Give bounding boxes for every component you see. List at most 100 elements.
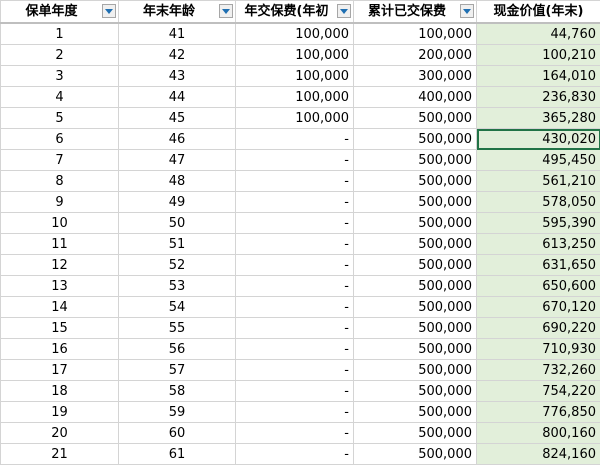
cell-cumulative-premium[interactable]: 400,000 bbox=[354, 87, 477, 108]
cell-annual-premium[interactable]: - bbox=[236, 213, 354, 234]
header-cash-value[interactable]: 现金价值(年末) bbox=[477, 1, 600, 24]
cell-age[interactable]: 55 bbox=[119, 318, 236, 339]
cell-policy-year[interactable]: 3 bbox=[1, 66, 119, 87]
cell-cumulative-premium[interactable]: 500,000 bbox=[354, 360, 477, 381]
cell-policy-year[interactable]: 14 bbox=[1, 297, 119, 318]
cell-age[interactable]: 45 bbox=[119, 108, 236, 129]
cell-cash-value[interactable]: 164,010 bbox=[477, 66, 600, 87]
cell-cumulative-premium[interactable]: 500,000 bbox=[354, 192, 477, 213]
cell-annual-premium[interactable]: - bbox=[236, 255, 354, 276]
cell-cumulative-premium[interactable]: 500,000 bbox=[354, 150, 477, 171]
cell-cash-value[interactable]: 650,600 bbox=[477, 276, 600, 297]
cell-cash-value[interactable]: 732,260 bbox=[477, 360, 600, 381]
cell-age[interactable]: 48 bbox=[119, 171, 236, 192]
cell-cumulative-premium[interactable]: 500,000 bbox=[354, 255, 477, 276]
cell-cumulative-premium[interactable]: 500,000 bbox=[354, 171, 477, 192]
cell-cash-value[interactable]: 800,160 bbox=[477, 423, 600, 444]
cell-cash-value[interactable]: 670,120 bbox=[477, 297, 600, 318]
cell-annual-premium[interactable]: - bbox=[236, 234, 354, 255]
cell-annual-premium[interactable]: - bbox=[236, 339, 354, 360]
cell-annual-premium[interactable]: - bbox=[236, 423, 354, 444]
cell-cumulative-premium[interactable]: 500,000 bbox=[354, 423, 477, 444]
cell-cumulative-premium[interactable]: 500,000 bbox=[354, 402, 477, 423]
cell-age[interactable]: 52 bbox=[119, 255, 236, 276]
cell-annual-premium[interactable]: - bbox=[236, 171, 354, 192]
filter-dropdown-icon[interactable] bbox=[337, 4, 351, 18]
cell-cash-value[interactable]: 365,280 bbox=[477, 108, 600, 129]
cell-policy-year[interactable]: 9 bbox=[1, 192, 119, 213]
cell-policy-year[interactable]: 19 bbox=[1, 402, 119, 423]
cell-policy-year[interactable]: 10 bbox=[1, 213, 119, 234]
header-age[interactable]: 年末年龄 bbox=[119, 1, 236, 24]
cell-age[interactable]: 57 bbox=[119, 360, 236, 381]
cell-policy-year[interactable]: 13 bbox=[1, 276, 119, 297]
cell-age[interactable]: 41 bbox=[119, 23, 236, 45]
cell-cash-value[interactable]: 578,050 bbox=[477, 192, 600, 213]
cell-age[interactable]: 51 bbox=[119, 234, 236, 255]
cell-policy-year[interactable]: 20 bbox=[1, 423, 119, 444]
cell-age[interactable]: 61 bbox=[119, 444, 236, 465]
cell-annual-premium[interactable]: - bbox=[236, 297, 354, 318]
cell-cumulative-premium[interactable]: 500,000 bbox=[354, 297, 477, 318]
cell-policy-year[interactable]: 2 bbox=[1, 45, 119, 66]
cell-cash-value[interactable]: 100,210 bbox=[477, 45, 600, 66]
cell-cash-value[interactable]: 236,830 bbox=[477, 87, 600, 108]
cell-cumulative-premium[interactable]: 500,000 bbox=[354, 318, 477, 339]
cell-policy-year[interactable]: 7 bbox=[1, 150, 119, 171]
header-policy-year[interactable]: 保单年度 bbox=[1, 1, 119, 24]
header-annual-premium[interactable]: 年交保费(年初 bbox=[236, 1, 354, 24]
cell-annual-premium[interactable]: 100,000 bbox=[236, 87, 354, 108]
filter-dropdown-icon[interactable] bbox=[219, 4, 233, 18]
cell-age[interactable]: 49 bbox=[119, 192, 236, 213]
cell-annual-premium[interactable]: - bbox=[236, 192, 354, 213]
cell-cash-value[interactable]: 595,390 bbox=[477, 213, 600, 234]
filter-dropdown-icon[interactable] bbox=[102, 4, 116, 18]
cell-policy-year[interactable]: 5 bbox=[1, 108, 119, 129]
cell-cumulative-premium[interactable]: 500,000 bbox=[354, 129, 477, 150]
cell-age[interactable]: 50 bbox=[119, 213, 236, 234]
cell-cumulative-premium[interactable]: 500,000 bbox=[354, 108, 477, 129]
cell-annual-premium[interactable]: 100,000 bbox=[236, 45, 354, 66]
cell-age[interactable]: 47 bbox=[119, 150, 236, 171]
cell-cash-value[interactable]: 561,210 bbox=[477, 171, 600, 192]
cell-annual-premium[interactable]: - bbox=[236, 444, 354, 465]
cell-annual-premium[interactable]: 100,000 bbox=[236, 66, 354, 87]
cell-age[interactable]: 43 bbox=[119, 66, 236, 87]
cell-age[interactable]: 46 bbox=[119, 129, 236, 150]
cell-age[interactable]: 56 bbox=[119, 339, 236, 360]
cell-cash-value[interactable]: 631,650 bbox=[477, 255, 600, 276]
cell-age[interactable]: 60 bbox=[119, 423, 236, 444]
cell-policy-year[interactable]: 1 bbox=[1, 23, 119, 45]
cell-annual-premium[interactable]: 100,000 bbox=[236, 108, 354, 129]
cell-policy-year[interactable]: 18 bbox=[1, 381, 119, 402]
cell-cash-value[interactable]: 776,850 bbox=[477, 402, 600, 423]
cell-cumulative-premium[interactable]: 500,000 bbox=[354, 444, 477, 465]
cell-age[interactable]: 53 bbox=[119, 276, 236, 297]
cell-cumulative-premium[interactable]: 500,000 bbox=[354, 381, 477, 402]
cell-age[interactable]: 58 bbox=[119, 381, 236, 402]
cell-annual-premium[interactable]: - bbox=[236, 381, 354, 402]
cell-policy-year[interactable]: 16 bbox=[1, 339, 119, 360]
cell-policy-year[interactable]: 15 bbox=[1, 318, 119, 339]
cell-cumulative-premium[interactable]: 500,000 bbox=[354, 213, 477, 234]
cell-annual-premium[interactable]: - bbox=[236, 150, 354, 171]
header-cumulative-premium[interactable]: 累计已交保费 bbox=[354, 1, 477, 24]
cell-cumulative-premium[interactable]: 500,000 bbox=[354, 276, 477, 297]
cell-annual-premium[interactable]: - bbox=[236, 129, 354, 150]
cell-policy-year[interactable]: 11 bbox=[1, 234, 119, 255]
filter-dropdown-icon[interactable] bbox=[460, 4, 474, 18]
cell-annual-premium[interactable]: - bbox=[236, 360, 354, 381]
cell-cash-value[interactable]: 710,930 bbox=[477, 339, 600, 360]
cell-cash-value[interactable]: 495,450 bbox=[477, 150, 600, 171]
cell-cumulative-premium[interactable]: 500,000 bbox=[354, 234, 477, 255]
cell-annual-premium[interactable]: - bbox=[236, 276, 354, 297]
cell-policy-year[interactable]: 8 bbox=[1, 171, 119, 192]
cell-policy-year[interactable]: 17 bbox=[1, 360, 119, 381]
cell-policy-year[interactable]: 12 bbox=[1, 255, 119, 276]
cell-policy-year[interactable]: 6 bbox=[1, 129, 119, 150]
cell-policy-year[interactable]: 4 bbox=[1, 87, 119, 108]
cell-cash-value[interactable]: 824,160 bbox=[477, 444, 600, 465]
cell-cumulative-premium[interactable]: 300,000 bbox=[354, 66, 477, 87]
cell-age[interactable]: 42 bbox=[119, 45, 236, 66]
cell-age[interactable]: 59 bbox=[119, 402, 236, 423]
